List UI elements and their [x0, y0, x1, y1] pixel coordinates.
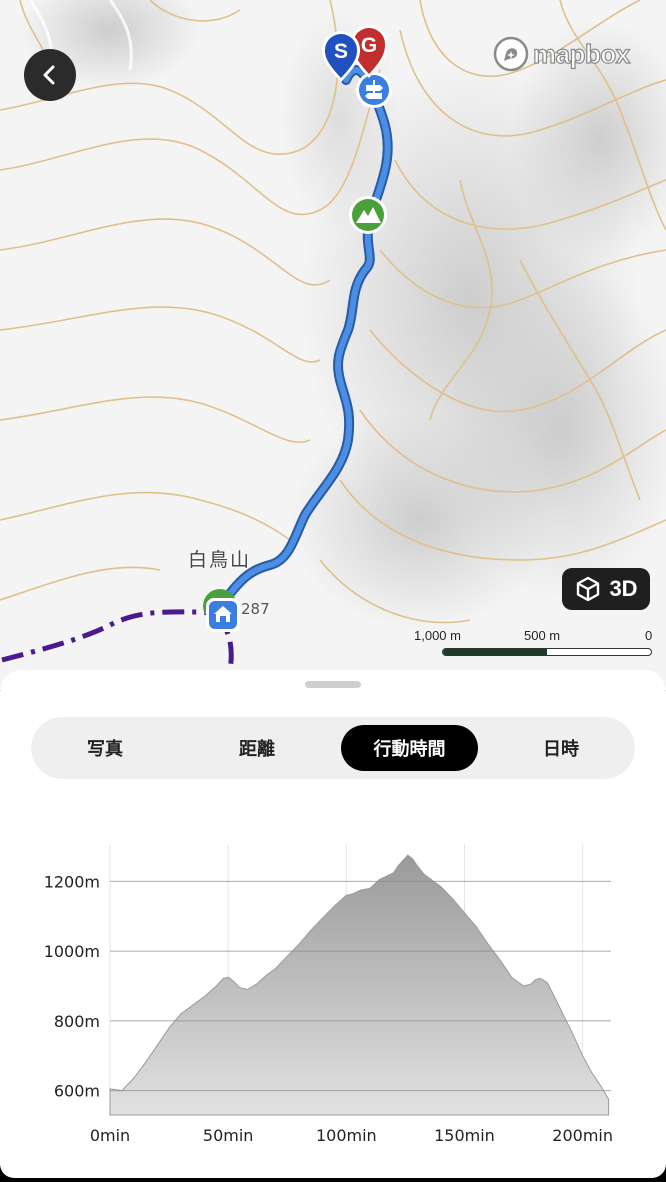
chart-y-tick-label: 1000m — [44, 942, 100, 961]
3d-toggle-button[interactable]: 3D — [562, 568, 650, 610]
mapbox-logo-text: mapbox — [532, 38, 630, 69]
3d-button-label: 3D — [609, 576, 638, 601]
chart-x-tick-label: 100min — [316, 1126, 377, 1145]
scale-bar: 1,000 m 500 m 0 — [414, 628, 653, 658]
chevron-left-icon — [43, 65, 55, 85]
cube-icon — [577, 576, 600, 602]
goal-marker-label: G — [361, 34, 377, 57]
signpost-marker-icon[interactable] — [356, 72, 392, 108]
scale-label-0: 0 — [645, 628, 653, 643]
scale-bar-dark-segment — [443, 649, 547, 655]
segmented-control: 写真 距離 行動時間 日時 — [31, 717, 635, 779]
chart-y-tick-label: 800m — [54, 1012, 100, 1031]
chart-y-tick-label: 1200m — [44, 872, 100, 891]
scale-bar-track — [442, 648, 652, 656]
scale-label-1000: 1,000 m — [414, 628, 461, 643]
chart-x-tick-label: 200min — [552, 1126, 613, 1145]
chart-y-tick-labels: 600m 800m 1000m 1200m — [44, 872, 100, 1100]
tab-photos[interactable]: 写真 — [31, 725, 179, 771]
elevation-chart[interactable]: 600m 800m 1000m 1200m 0min 50min 100min 150min… — [0, 820, 666, 1160]
elevation-area — [109, 854, 610, 1116]
peak-elevation-label: 287 — [241, 600, 270, 618]
back-button[interactable] — [24, 49, 76, 101]
chart-x-tick-label: 0min — [90, 1126, 130, 1145]
tab-datetime[interactable]: 日時 — [487, 725, 635, 771]
mapbox-logo[interactable]: mapbox — [493, 36, 631, 72]
chart-y-tick-label: 600m — [54, 1082, 100, 1101]
chart-x-tick-label: 150min — [434, 1126, 495, 1145]
tab-distance[interactable]: 距離 — [183, 725, 331, 771]
peak-name-label: 白鳥山 — [188, 549, 252, 571]
chart-x-tick-labels: 0min 50min 100min 150min 200min — [90, 1126, 613, 1145]
summit-marker-icon[interactable] — [349, 196, 387, 234]
start-marker-label: S — [334, 40, 348, 63]
mapbox-logo-icon — [493, 36, 529, 72]
tab-activity-time[interactable]: 行動時間 — [341, 725, 478, 771]
sheet-grabber[interactable] — [305, 681, 361, 688]
chart-x-tick-label: 50min — [203, 1126, 254, 1145]
scale-label-500: 500 m — [524, 628, 561, 643]
map-view[interactable]: G S mapbox 白鳥山 287 3D 1,000 m 500 m 0 — [0, 0, 666, 690]
